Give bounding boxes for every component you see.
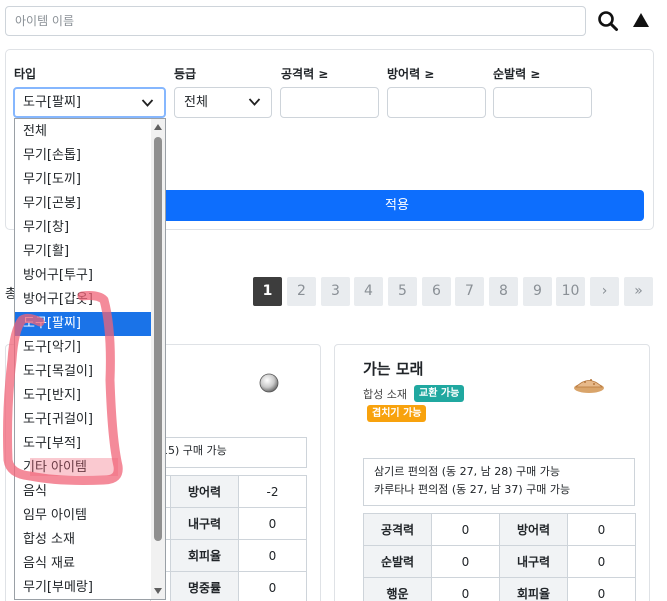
page-button-2[interactable]: 2 <box>287 277 316 306</box>
defense-filter-label: 방어력 ≥ <box>387 67 435 81</box>
stat-label: 공격력 <box>363 513 432 546</box>
dropdown-option[interactable]: 무기[곤봉] <box>15 192 151 216</box>
dropdown-option[interactable]: 전체 <box>15 120 151 144</box>
stat-value: 0 <box>238 571 307 601</box>
agility-filter-label: 순발력 ≥ <box>493 67 541 81</box>
shop-info: 삼기르 편의점 (동 27, 남 28) 구매 가능 카루타나 편의점 (동 2… <box>363 458 635 506</box>
search-icon[interactable] <box>597 10 619 32</box>
attack-filter-label: 공격력 ≥ <box>281 67 329 81</box>
grade-filter-label: 등급 <box>174 67 197 81</box>
search-input[interactable] <box>5 6 586 36</box>
scroll-up-icon[interactable] <box>154 124 162 130</box>
page-button-5[interactable]: 5 <box>388 277 417 306</box>
page-button-8[interactable]: 8 <box>489 277 518 306</box>
scroll-thumb[interactable] <box>154 137 162 541</box>
attack-min-input[interactable] <box>280 87 379 118</box>
dropdown-option[interactable]: 무기[손톱] <box>15 144 151 168</box>
chevron-down-icon <box>248 98 261 106</box>
stat-value: 0 <box>567 577 636 601</box>
stat-label: 행운 <box>363 577 432 601</box>
dropdown-option[interactable]: 음식 <box>15 480 151 504</box>
dropdown-option[interactable]: 기타 아이템 <box>15 456 151 480</box>
item-name: 가는 모래 <box>363 360 424 378</box>
triangle-up-icon[interactable] <box>632 12 650 28</box>
dropdown-option[interactable]: 도구[부적] <box>15 432 151 456</box>
dropdown-option[interactable]: 도구[귀걸이] <box>15 408 151 432</box>
stat-label: 내구력 <box>499 545 568 578</box>
pearl-item-icon <box>259 373 279 393</box>
page-button-7[interactable]: 7 <box>455 277 484 306</box>
page-button-4[interactable]: 4 <box>354 277 383 306</box>
agility-min-input[interactable] <box>493 87 592 118</box>
dropdown-option[interactable]: 도구[팔찌] <box>15 311 151 336</box>
page-button-9[interactable]: 9 <box>523 277 552 306</box>
stat-label: 방어력 <box>499 513 568 546</box>
page-button-3[interactable]: 3 <box>321 277 350 306</box>
stat-value: 0 <box>431 545 500 578</box>
dropdown-option[interactable]: 임무 아이템 <box>15 504 151 528</box>
shop-line: 카루타나 편의점 (동 27, 남 37) 구매 가능 <box>374 483 571 496</box>
type-dropdown-list[interactable]: 전체 무기[손톱] 무기[도끼] 무기[곤봉] 무기[창] 무기[활] 방어구[투구] 방어구… <box>14 118 166 600</box>
shop-info: 15) 구매 가능 <box>150 437 307 468</box>
grade-select-value: 전체 <box>184 95 208 110</box>
stat-label: 회피율 <box>499 577 568 601</box>
shop-line: 삼기르 편의점 (동 27, 남 28) 구매 가능 <box>374 465 560 478</box>
dropdown-option[interactable]: 도구[목걸이] <box>15 360 151 384</box>
defense-min-input[interactable] <box>387 87 486 118</box>
dropdown-option[interactable]: 도구[악기] <box>15 336 151 360</box>
trade-badge: 교환 가능 <box>414 385 465 402</box>
next-page-button[interactable]: › <box>590 277 619 306</box>
stat-label: 회피율 <box>170 539 239 572</box>
stat-label: 내구력 <box>170 507 239 540</box>
dropdown-scrollbar[interactable] <box>151 119 165 599</box>
stat-value: -2 <box>238 475 307 508</box>
page-button-1[interactable]: 1 <box>253 277 282 306</box>
dropdown-option[interactable]: 무기[활] <box>15 240 151 264</box>
dropdown-option[interactable]: 음식 재료 <box>15 552 151 576</box>
stat-value: 0 <box>238 507 307 540</box>
page-button-10[interactable]: 10 <box>556 277 585 306</box>
type-filter-label: 타입 <box>14 67 37 81</box>
type-select[interactable]: 도구[팔찌] <box>13 87 166 118</box>
stat-label: 순발력 <box>363 545 432 578</box>
chevron-down-icon <box>141 99 154 107</box>
dropdown-option[interactable]: 도구[반지] <box>15 384 151 408</box>
sand-item-icon <box>574 379 604 393</box>
dropdown-option[interactable]: 방어구[투구] <box>15 264 151 288</box>
dropdown-option[interactable]: 무기[부메랑] <box>15 576 151 600</box>
dropdown-option[interactable]: 합성 소재 <box>15 528 151 552</box>
stat-value: 0 <box>238 539 307 572</box>
page-button-6[interactable]: 6 <box>422 277 451 306</box>
scroll-down-icon[interactable] <box>154 588 162 594</box>
apply-button[interactable]: 적용 <box>150 190 644 221</box>
stats-table-right: 공격력 0 방어력 0 순발력 0 내구력 0 행운 0 회피율 0 <box>363 513 636 601</box>
grade-select[interactable]: 전체 <box>174 87 272 118</box>
stat-label: 방어력 <box>170 475 239 508</box>
stack-badge: 겹치기 가능 <box>367 405 427 422</box>
stat-value: 0 <box>567 513 636 546</box>
dropdown-option[interactable]: 무기[창] <box>15 216 151 240</box>
stat-value: 0 <box>567 545 636 578</box>
type-select-value: 도구[팔찌] <box>23 95 81 110</box>
stats-table-left: 방어력 -2 내구력 0 회피율 0 명중률 0 <box>150 475 307 601</box>
dropdown-option[interactable]: 방어구[갑옷] <box>15 288 151 312</box>
stat-value: 0 <box>431 513 500 546</box>
last-page-button[interactable]: » <box>624 277 653 306</box>
item-type: 합성 소재 <box>363 388 407 401</box>
dropdown-option[interactable]: 무기[도끼] <box>15 168 151 192</box>
stat-label: 명중률 <box>170 571 239 601</box>
stat-value: 0 <box>431 577 500 601</box>
